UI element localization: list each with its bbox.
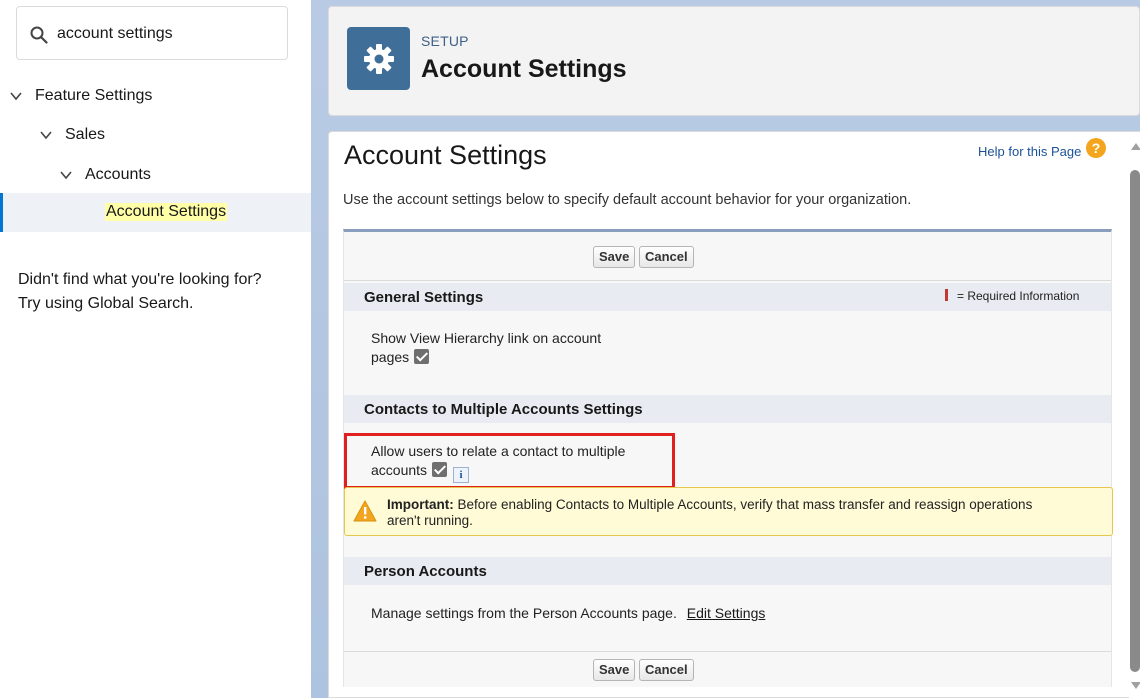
quick-find-input[interactable] xyxy=(57,23,277,45)
no-results-hint: Didn't find what you're looking for? Try… xyxy=(18,268,262,316)
gear-icon xyxy=(363,43,394,74)
tree-item-label: Account Settings xyxy=(105,203,228,221)
setup-icon-tile xyxy=(347,27,410,90)
scrollbar[interactable] xyxy=(1129,132,1140,698)
save-button-top[interactable]: Save xyxy=(593,246,636,268)
chevron-down-icon[interactable] xyxy=(59,168,73,182)
scroll-thumb[interactable] xyxy=(1130,170,1140,672)
warning-line1: Before enabling Contacts to Multiple Acc… xyxy=(457,497,1033,512)
section-contacts-multiple-accounts: Contacts to Multiple Accounts Settings xyxy=(344,395,1111,423)
tree-item-feature-settings[interactable]: Feature Settings xyxy=(9,76,152,115)
setting-view-hierarchy: Show View Hierarchy link on account page… xyxy=(371,329,601,367)
breadcrumb-setup: SETUP xyxy=(421,33,469,49)
setting-label-line1: Show View Hierarchy link on account xyxy=(371,330,602,346)
section-person-accounts: Person Accounts xyxy=(344,557,1111,585)
divider xyxy=(344,280,1111,281)
tree-item-sales[interactable]: Sales xyxy=(39,115,105,154)
page-header: SETUP Account Settings xyxy=(328,6,1140,116)
scroll-down-arrow-icon[interactable] xyxy=(1131,682,1140,689)
section-title: Person Accounts xyxy=(364,563,487,580)
divider xyxy=(344,651,1111,652)
required-info-text: = Required Information xyxy=(957,289,1080,303)
intro-text: Use the account settings below to specif… xyxy=(343,192,912,208)
help-for-page-link[interactable]: Help for this Page xyxy=(978,144,1081,159)
search-icon xyxy=(30,26,48,44)
important-warning: Important: Before enabling Contacts to M… xyxy=(344,487,1113,536)
setting-person-accounts: Manage settings from the Person Accounts… xyxy=(371,604,765,623)
section-title: General Settings xyxy=(364,289,484,306)
help-icon[interactable]: ? xyxy=(1086,138,1106,158)
content-title: Account Settings xyxy=(344,140,547,170)
tree-item-label: Sales xyxy=(65,125,106,143)
warning-label: Important: xyxy=(387,497,454,512)
warning-icon xyxy=(353,500,377,522)
scroll-up-arrow-icon[interactable] xyxy=(1131,143,1140,150)
page-title: Account Settings xyxy=(421,55,627,83)
person-accounts-text: Manage settings from the Person Accounts… xyxy=(371,605,677,621)
tree-item-accounts[interactable]: Accounts xyxy=(59,155,151,194)
main-region: SETUP Account Settings Account Settings … xyxy=(311,0,1140,698)
chevron-down-icon[interactable] xyxy=(39,128,53,142)
settings-detail-block: Save Cancel General Settings = Required … xyxy=(343,229,1113,687)
setting-label-line2: pages xyxy=(371,349,410,365)
tree-item-account-settings[interactable]: Account Settings xyxy=(0,193,311,232)
warning-text: Important: Before enabling Contacts to M… xyxy=(387,497,1087,529)
content-panel: Account Settings Help for this Page ? Us… xyxy=(328,131,1140,698)
tree-item-label: Accounts xyxy=(85,165,151,183)
required-info-legend: = Required Information xyxy=(945,289,1079,303)
view-hierarchy-checkbox[interactable] xyxy=(414,349,430,364)
section-general-settings: General Settings = Required Information xyxy=(344,283,1111,311)
quick-find-box[interactable] xyxy=(16,6,288,60)
warning-line2: aren't running. xyxy=(387,513,473,528)
save-button-bottom[interactable]: Save xyxy=(593,659,636,681)
required-marker xyxy=(945,289,948,301)
setup-sidebar: Feature Settings Sales Accounts Account … xyxy=(0,0,311,698)
no-results-line2: Try using Global Search. xyxy=(18,295,194,312)
edit-settings-link[interactable]: Edit Settings xyxy=(687,605,766,621)
cancel-button-top[interactable]: Cancel xyxy=(639,246,694,268)
no-results-line1: Didn't find what you're looking for? xyxy=(18,271,262,288)
highlight-annotation xyxy=(344,433,675,489)
chevron-down-icon[interactable] xyxy=(9,89,23,103)
cancel-button-bottom[interactable]: Cancel xyxy=(639,659,694,681)
tree-item-label: Feature Settings xyxy=(35,86,153,104)
section-title: Contacts to Multiple Accounts Settings xyxy=(364,401,643,418)
